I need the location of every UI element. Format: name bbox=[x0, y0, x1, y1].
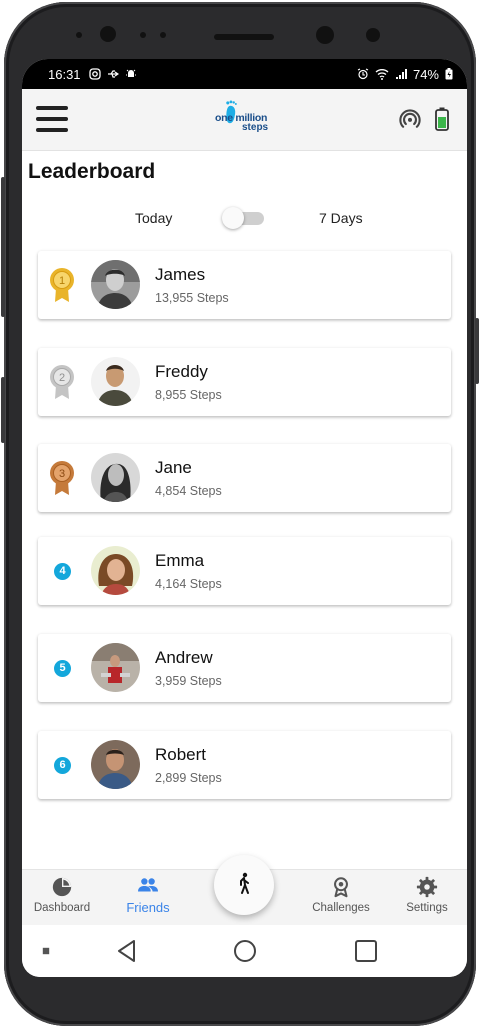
bottom-nav: Dashboard Friends Challenges Settings bbox=[22, 855, 467, 925]
avatar bbox=[91, 453, 140, 502]
gear-icon bbox=[416, 876, 438, 898]
toggle-label-today[interactable]: Today bbox=[135, 210, 172, 226]
page-title: Leaderboard bbox=[28, 160, 156, 183]
logo-text-line2: steps bbox=[242, 122, 269, 133]
leaderboard-card[interactable]: 3 Jane 4,854 Steps bbox=[38, 444, 451, 512]
power-button bbox=[475, 318, 479, 384]
nav-settings[interactable]: Settings bbox=[387, 876, 467, 914]
friend-name: James bbox=[155, 265, 206, 284]
earpiece-speaker bbox=[214, 34, 274, 40]
friend-steps: 8,955 Steps bbox=[155, 388, 222, 402]
rank-number: 6 bbox=[54, 757, 71, 774]
rank-number: 5 bbox=[54, 660, 71, 677]
back-icon[interactable] bbox=[116, 939, 138, 963]
switch-knob[interactable] bbox=[222, 207, 244, 229]
medal-number: 3 bbox=[59, 468, 65, 480]
friend-name: Robert bbox=[155, 745, 207, 764]
screen: 16:31 74% one million steps Leaderboard … bbox=[22, 59, 467, 977]
start-walk-button[interactable] bbox=[214, 855, 274, 915]
period-toggle: Today 7 Days bbox=[22, 207, 467, 229]
avatar bbox=[91, 643, 140, 692]
friend-steps: 2,899 Steps bbox=[155, 771, 222, 785]
nav-label: Settings bbox=[406, 902, 448, 914]
friend-steps: 13,955 Steps bbox=[155, 291, 229, 305]
sync-signal-icon[interactable] bbox=[399, 108, 421, 130]
medal-number: 2 bbox=[59, 372, 65, 384]
avatar-photo bbox=[91, 740, 140, 789]
leaderboard-card[interactable]: 5 Andrew 3,959 Steps bbox=[38, 634, 451, 702]
volume-button bbox=[1, 177, 5, 317]
gold-medal-icon: 1 bbox=[50, 268, 74, 302]
home-icon[interactable] bbox=[233, 939, 257, 963]
nav-friends[interactable]: Friends bbox=[108, 876, 188, 915]
rank-badge: 4 bbox=[48, 552, 76, 590]
sensor-dot bbox=[366, 28, 380, 42]
people-icon bbox=[138, 878, 158, 892]
recent-apps-icon[interactable] bbox=[354, 939, 378, 963]
nav-challenges[interactable]: Challenges bbox=[301, 876, 381, 914]
avatar bbox=[91, 740, 140, 789]
bixby-button bbox=[1, 377, 5, 443]
battery-charging-icon bbox=[445, 68, 453, 80]
sensor-dot bbox=[160, 32, 166, 38]
friend-steps: 4,164 Steps bbox=[155, 577, 222, 591]
friend-name: Freddy bbox=[155, 362, 208, 381]
iris-sensor bbox=[316, 26, 334, 44]
friend-name: Jane bbox=[155, 458, 192, 477]
menu-bar bbox=[36, 117, 68, 121]
award-icon bbox=[334, 877, 348, 898]
nav-label: Challenges bbox=[312, 902, 370, 914]
usb-icon bbox=[107, 70, 119, 78]
walking-person-icon bbox=[240, 872, 249, 894]
app-header: one million steps bbox=[22, 89, 467, 151]
leaderboard-card[interactable]: 2 Freddy 8,955 Steps bbox=[38, 348, 451, 416]
leaderboard-card[interactable]: 6 Robert 2,899 Steps bbox=[38, 731, 451, 799]
period-switch[interactable] bbox=[222, 207, 266, 229]
status-time: 16:31 bbox=[48, 66, 81, 82]
device-battery-icon bbox=[435, 107, 449, 131]
pie-chart-icon bbox=[52, 877, 72, 897]
rank-badge: 5 bbox=[48, 649, 76, 687]
rank-badge: 6 bbox=[48, 746, 76, 784]
rank-number: 4 bbox=[54, 563, 71, 580]
signal-icon bbox=[395, 69, 407, 79]
toggle-label-7-days[interactable]: 7 Days bbox=[319, 210, 363, 226]
recents-dot-icon[interactable] bbox=[42, 947, 50, 955]
wifi-icon bbox=[375, 69, 389, 80]
nav-label: Dashboard bbox=[33, 902, 91, 914]
alarm-icon bbox=[357, 68, 369, 80]
sensor-dot bbox=[76, 32, 82, 38]
android-nav-bar bbox=[22, 925, 467, 977]
avatar bbox=[91, 357, 140, 406]
friend-name: Andrew bbox=[155, 648, 213, 667]
phone-frame: 16:31 74% one million steps Leaderboard … bbox=[1, 2, 479, 1026]
leaderboard-card[interactable]: 4 Emma 4,164 Steps bbox=[38, 537, 451, 605]
nav-dashboard[interactable]: Dashboard bbox=[22, 876, 102, 914]
friend-name: Emma bbox=[155, 551, 205, 570]
avatar-photo bbox=[91, 643, 140, 692]
sensor-dot bbox=[140, 32, 146, 38]
medal-number: 1 bbox=[59, 275, 65, 287]
front-camera bbox=[100, 26, 116, 42]
avatar-photo bbox=[91, 453, 140, 502]
instagram-icon bbox=[88, 68, 101, 80]
friend-steps: 4,854 Steps bbox=[155, 484, 222, 498]
avatar bbox=[91, 546, 140, 595]
leaderboard-card[interactable]: 1 James 13,955 Steps bbox=[38, 251, 451, 319]
menu-bar bbox=[36, 106, 68, 110]
status-bar: 16:31 74% bbox=[22, 59, 467, 89]
menu-bar bbox=[36, 128, 68, 132]
avatar-photo bbox=[91, 260, 140, 309]
one-million-steps-logo: one million steps bbox=[215, 99, 275, 139]
menu-button[interactable] bbox=[36, 106, 68, 134]
battery-percent: 74% bbox=[412, 66, 439, 82]
nav-label: Friends bbox=[126, 900, 170, 915]
avatar-photo bbox=[91, 357, 140, 406]
android-debug-icon bbox=[125, 69, 136, 77]
silver-medal-icon: 2 bbox=[50, 365, 74, 399]
bronze-medal-icon: 3 bbox=[50, 461, 74, 495]
friend-steps: 3,959 Steps bbox=[155, 674, 222, 688]
avatar-photo bbox=[91, 546, 140, 595]
avatar bbox=[91, 260, 140, 309]
